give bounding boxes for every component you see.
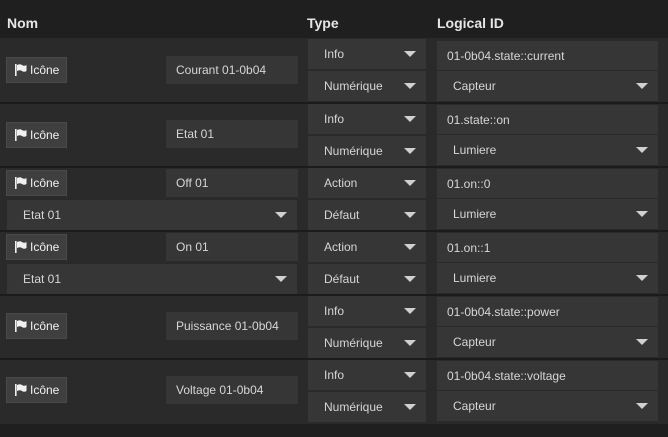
linked-info-select[interactable]: Etat 01 — [7, 200, 297, 230]
logical-id-field[interactable]: 01.on::0 — [437, 169, 658, 198]
chevron-down-icon — [404, 148, 416, 154]
subtype-select-value: Numérique — [324, 79, 383, 93]
chevron-down-icon — [404, 180, 416, 186]
chevron-down-icon — [404, 372, 416, 378]
flag-icon — [15, 384, 27, 396]
icon-button[interactable]: Icône — [6, 313, 67, 339]
type-select-value: Info — [324, 304, 345, 318]
subtype-select[interactable]: Défaut — [308, 264, 426, 294]
chevron-down-icon — [404, 308, 416, 314]
subtype-select-value: Numérique — [324, 336, 383, 350]
type-select[interactable]: Info — [308, 360, 426, 390]
flag-icon — [15, 241, 27, 253]
type-select[interactable]: Info — [308, 39, 426, 69]
command-name-field[interactable]: Etat 01 — [166, 120, 298, 148]
flag-icon — [15, 64, 27, 76]
icon-button[interactable]: Icône — [6, 122, 67, 148]
chevron-down-icon — [636, 211, 648, 217]
logical-id-field[interactable]: 01.on::1 — [437, 233, 658, 262]
icon-button-label: Icône — [30, 240, 60, 254]
command-name-field[interactable]: On 01 — [166, 233, 298, 261]
chevron-down-icon — [636, 147, 648, 153]
logical-id-field[interactable]: 01-0b04.state::power — [437, 297, 658, 326]
generic-type-value: Capteur — [453, 79, 496, 93]
chevron-down-icon — [275, 212, 287, 218]
type-select[interactable]: Action — [308, 168, 426, 198]
generic-type-value: Lumiere — [453, 143, 497, 157]
generic-type-value: Lumiere — [453, 207, 497, 221]
command-name-field[interactable]: Courant 01-0b04 — [166, 56, 298, 84]
icon-button-label: Icône — [30, 176, 60, 190]
logical-id-field[interactable]: 01-0b04.state::current — [437, 41, 658, 70]
subtype-select-value: Numérique — [324, 144, 383, 158]
icon-button[interactable]: Icône — [6, 377, 67, 403]
subtype-select-value: Numérique — [324, 400, 383, 414]
generic-type-value: Capteur — [453, 399, 496, 413]
chevron-down-icon — [404, 51, 416, 57]
subtype-select-value: Défaut — [324, 272, 360, 286]
icon-button[interactable]: Icône — [6, 170, 67, 196]
column-header-name: Nom — [7, 15, 39, 31]
flag-icon — [15, 320, 27, 332]
chevron-down-icon — [636, 339, 648, 345]
type-select-value: Info — [324, 112, 345, 126]
chevron-down-icon — [636, 83, 648, 89]
icon-button-label: Icône — [30, 128, 60, 142]
chevron-down-icon — [404, 340, 416, 346]
chevron-down-icon — [275, 276, 287, 282]
column-header-type: Type — [307, 15, 339, 31]
generic-type-select[interactable]: Capteur — [437, 327, 658, 357]
linked-info-value: Etat 01 — [23, 272, 62, 286]
type-select[interactable]: Action — [308, 232, 426, 262]
type-select-value: Info — [324, 47, 345, 61]
chevron-down-icon — [404, 212, 416, 218]
logical-id-field[interactable]: 01-0b04.state::voltage — [437, 361, 658, 390]
command-name-field[interactable]: Voltage 01-0b04 — [166, 376, 298, 404]
subtype-select[interactable]: Numérique — [308, 136, 426, 166]
linked-info-value: Etat 01 — [23, 208, 62, 222]
chevron-down-icon — [404, 83, 416, 89]
chevron-down-icon — [636, 275, 648, 281]
flag-icon — [15, 129, 27, 141]
table-header: Nom Type Logical ID — [0, 0, 668, 38]
chevron-down-icon — [404, 404, 416, 410]
generic-type-value: Lumiere — [453, 271, 497, 285]
chevron-down-icon — [404, 116, 416, 122]
subtype-select[interactable]: Défaut — [308, 200, 426, 230]
subtype-select[interactable]: Numérique — [308, 392, 426, 422]
type-select[interactable]: Info — [308, 296, 426, 326]
icon-button-label: Icône — [30, 63, 60, 77]
command-name-field[interactable]: Off 01 — [166, 169, 298, 197]
generic-type-select[interactable]: Lumiere — [437, 199, 658, 229]
flag-icon — [15, 177, 27, 189]
type-select-value: Info — [324, 368, 345, 382]
chevron-down-icon — [636, 403, 648, 409]
icon-button-label: Icône — [30, 319, 60, 333]
logical-id-field[interactable]: 01.state::on — [437, 105, 658, 134]
subtype-select[interactable]: Numérique — [308, 71, 426, 101]
subtype-select[interactable]: Numérique — [308, 328, 426, 358]
generic-type-value: Capteur — [453, 335, 496, 349]
chevron-down-icon — [404, 244, 416, 250]
icon-button-label: Icône — [30, 383, 60, 397]
command-name-field[interactable]: Puissance 01-0b04 — [166, 312, 298, 340]
type-select-value: Action — [324, 240, 358, 254]
generic-type-select[interactable]: Lumiere — [437, 135, 658, 165]
column-header-logical-id: Logical ID — [437, 15, 504, 31]
generic-type-select[interactable]: Lumiere — [437, 263, 658, 293]
icon-button[interactable]: Icône — [6, 57, 67, 83]
linked-info-select[interactable]: Etat 01 — [7, 264, 297, 294]
type-select-value: Action — [324, 176, 358, 190]
icon-button[interactable]: Icône — [6, 234, 67, 260]
subtype-select-value: Défaut — [324, 208, 360, 222]
type-select[interactable]: Info — [308, 104, 426, 134]
chevron-down-icon — [404, 276, 416, 282]
generic-type-select[interactable]: Capteur — [437, 391, 658, 421]
generic-type-select[interactable]: Capteur — [437, 71, 658, 101]
